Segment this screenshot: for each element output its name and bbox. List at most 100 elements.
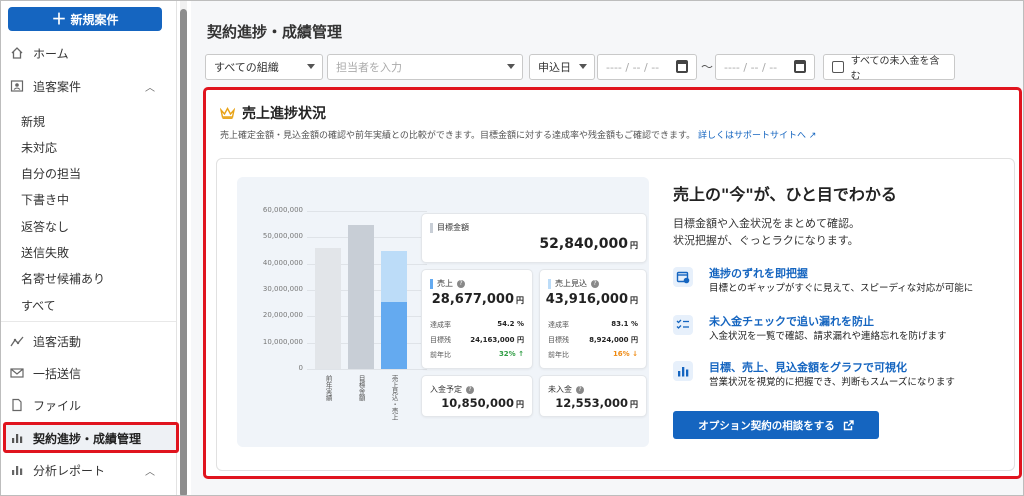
sidebar-item-bulk-send[interactable]: 一括送信 [9, 362, 169, 384]
sidebar-subitem-new[interactable]: 新規 [21, 113, 45, 130]
unpaid-card: 未入金 ? 12,553,000 円 [539, 375, 647, 417]
checkbox-icon[interactable] [832, 61, 844, 73]
planned-label: 入金予定 [430, 385, 462, 394]
sidebar-item-tracking-cases[interactable]: 追客案件 ︿ [9, 75, 169, 97]
sales-label: 売上 [437, 279, 453, 288]
date-to-input[interactable]: ---- / -- / -- [715, 54, 815, 80]
mail-icon [9, 365, 25, 381]
consult-option-button[interactable]: オプション契約の相談をする [673, 411, 879, 439]
panel-description: 売上確定金額・見込金額の確認や前年実績との比較ができます。目標金額に対する達成率… [220, 128, 816, 141]
sidebar-subitem-send-failed[interactable]: 送信失敗 [21, 244, 69, 261]
help-icon: ? [466, 385, 474, 394]
sales-value: 28,677,000 円 [432, 292, 524, 307]
target-card-header: 目標金額 [430, 222, 469, 233]
x-tick-label: 前年実績 [324, 375, 333, 401]
main-content: 契約進捗・成績管理 すべての組織 担当者を入力 申込日 ---- / -- / … [191, 1, 1023, 495]
rate-label: 達成率 [430, 321, 451, 329]
sidebar-subitem-mine[interactable]: 自分の担当 [21, 165, 81, 182]
sidebar-subitem-no-reply[interactable]: 返答なし [21, 218, 69, 235]
y-tick-label: 50,000,000 [262, 232, 303, 241]
bar-chart-icon [673, 361, 693, 381]
promo-title: 売上の"今"が、ひと目でわかる [673, 185, 897, 204]
feature-description: 目標とのギャップがすぐに見えて、スピーディな対応が可能に [709, 283, 974, 294]
forecast-value: 43,916,000 円 [546, 292, 638, 307]
yoy-value: 16% ↓ [612, 350, 638, 358]
sidebar-item-label: ファイル [33, 398, 82, 413]
organization-select[interactable]: すべての組織 [205, 54, 323, 80]
sidebar-subitem-merge-candidates[interactable]: 名寄せ候補あり [21, 270, 105, 287]
sidebar-subitem-all[interactable]: すべて [21, 297, 56, 314]
y-tick-label: 20,000,000 [262, 311, 303, 320]
home-icon [9, 45, 25, 61]
date-from-input[interactable]: ---- / -- / -- [597, 54, 697, 80]
sidebar-item-tracking-activity[interactable]: 追客活動 [9, 330, 169, 352]
legend-bar [548, 278, 551, 289]
y-tick-label: 60,000,000 [262, 206, 303, 214]
planned-value: 10,850,000 円 [441, 396, 524, 410]
date-type-select[interactable]: 申込日 [529, 54, 595, 80]
forecast-rate-row: 達成率 83.1 % [548, 320, 638, 330]
support-site-link[interactable]: 詳しくはサポートサイトへ ↗ [698, 131, 816, 141]
forecast-card-header: 売上見込 ? [548, 278, 599, 289]
sidebar-item-analysis-report[interactable]: 分析レポート ︿ [9, 459, 169, 481]
remain-value: 24,163,000 円 [470, 336, 524, 344]
sidebar: ＋ 新規案件 ホーム 追客案件 ︿ 新規 未対応 自分の担当 下書き中 返答なし… [1, 1, 179, 495]
y-tick-label: 40,000,000 [262, 258, 303, 267]
sidebar-item-label: 分析レポート [33, 463, 106, 478]
x-tick-label: 目標金額 [357, 375, 366, 401]
target-unit: 円 [630, 241, 638, 250]
assignee-input[interactable]: 担当者を入力 [327, 54, 523, 80]
rate-label: 達成率 [548, 321, 569, 329]
remain-value: 8,924,000 円 [589, 336, 638, 344]
organization-select-value: すべての組織 [214, 61, 279, 74]
promo-subtitle: 目標金額や入金状況をまとめて確認。 状況把握が、ぐっとラクになります。 [673, 215, 860, 249]
sidebar-subitem-unhandled[interactable]: 未対応 [21, 139, 57, 156]
checklist-icon [673, 315, 693, 335]
panel-title: 売上進捗状況 [220, 103, 326, 123]
app-frame: ＋ 新規案件 ホーム 追客案件 ︿ 新規 未対応 自分の担当 下書き中 返答なし… [0, 0, 1024, 496]
scrollbar-thumb[interactable] [180, 9, 187, 495]
sidebar-item-label: ホーム [33, 46, 69, 61]
gridline [307, 211, 427, 212]
chart-bar [348, 225, 374, 369]
sidebar-subitem-drafts[interactable]: 下書き中 [21, 191, 69, 208]
rate-value: 83.1 % [611, 320, 638, 328]
support-link-text: 詳しくはサポートサイトへ [698, 131, 807, 141]
calendar-icon[interactable] [794, 60, 806, 73]
consult-button-label: オプション契約の相談をする [698, 419, 835, 432]
unpaid-label: 未入金 [548, 385, 572, 394]
chevron-up-icon[interactable]: ︿ [145, 79, 155, 94]
page-title: 契約進捗・成績管理 [207, 23, 343, 41]
sidebar-item-files[interactable]: ファイル [9, 394, 169, 416]
caret-down-icon [579, 64, 587, 69]
sidebar-item-label: 追客活動 [33, 334, 82, 349]
unpaid-unit: 円 [630, 400, 638, 409]
crown-icon [220, 107, 235, 119]
x-tick-label: 売上見込・売上 [390, 375, 399, 421]
bar-chart-icon [9, 430, 25, 446]
feature-title: 未入金チェックで追い漏れを防止 [709, 315, 874, 328]
dashboard-illustration: 60,000,000 50,000,000 40,000,000 30,000,000… [237, 177, 649, 447]
chevron-up-icon[interactable]: ︿ [145, 463, 155, 478]
chart-bar [315, 247, 341, 369]
legend-bar [430, 222, 433, 233]
rate-value: 54.2 % [497, 320, 524, 328]
sidebar-scrollbar[interactable] [180, 1, 187, 495]
include-unpaid-checkbox[interactable]: すべての未入金を含む [823, 54, 955, 82]
gridline [307, 369, 427, 370]
chart-bar [381, 250, 407, 302]
unpaid-header: 未入金 ? [548, 384, 584, 395]
target-value: 52,840,000 円 [539, 236, 638, 252]
remain-label: 目標残 [548, 336, 569, 344]
legend-bar [430, 278, 433, 289]
sidebar-item-contract-progress[interactable]: 契約進捗・成績管理 [9, 427, 169, 449]
target-card: 目標金額 52,840,000 円 [421, 213, 647, 263]
caret-down-icon [307, 64, 315, 69]
sales-progress-panel: 売上進捗状況 売上確定金額・見込金額の確認や前年実績との比較ができます。目標金額… [203, 87, 1022, 479]
unpaid-amount: 12,553,000 [555, 396, 628, 410]
calendar-icon[interactable] [676, 60, 688, 73]
feature-title: 進捗のずれを即把握 [709, 267, 808, 280]
new-case-button[interactable]: ＋ 新規案件 [8, 7, 162, 31]
contact-card-icon [9, 78, 25, 94]
sidebar-item-home[interactable]: ホーム [9, 42, 169, 64]
